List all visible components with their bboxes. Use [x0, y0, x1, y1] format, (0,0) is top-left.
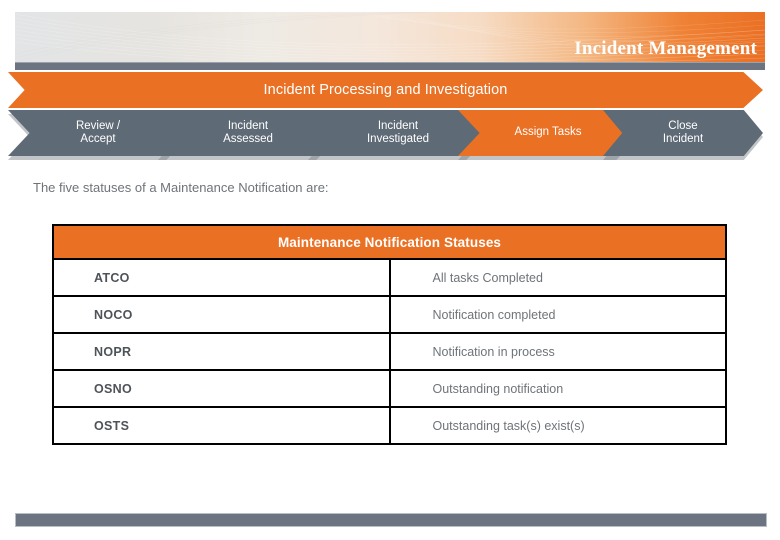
- table-row: OSNO Outstanding notification: [52, 369, 727, 408]
- process-step-close-incident[interactable]: Close Incident: [603, 110, 763, 156]
- table-row: NOCO Notification completed: [52, 295, 727, 334]
- page-title: Incident Management: [574, 38, 757, 59]
- status-description: All tasks Completed: [388, 258, 727, 297]
- banner-divider: [15, 62, 765, 70]
- header-banner: Incident Management: [15, 12, 765, 62]
- table-row: OSTS Outstanding task(s) exist(s): [52, 406, 727, 445]
- process-step-incident-investigated[interactable]: Incident Investigated: [308, 110, 488, 156]
- status-code: NOCO: [52, 295, 391, 334]
- intro-text: The five statuses of a Maintenance Notif…: [33, 180, 329, 195]
- table-row: NOPR Notification in process: [52, 332, 727, 371]
- process-step-label: Close Incident: [662, 119, 704, 146]
- process-step-incident-assessed[interactable]: Incident Assessed: [158, 110, 338, 156]
- process-band-label: Incident Processing and Investigation: [263, 82, 508, 98]
- process-step-label: Assign Tasks: [514, 126, 582, 139]
- table-row: ATCO All tasks Completed: [52, 258, 727, 297]
- table-title: Maintenance Notification Statuses: [52, 224, 727, 260]
- process-step-chevrons: Review / Accept Incident Assessed Incide…: [8, 110, 763, 160]
- maintenance-notification-statuses-table: Maintenance Notification Statuses ATCO A…: [52, 224, 727, 445]
- footer-bar: [15, 513, 767, 527]
- process-step-review-accept[interactable]: Review / Accept: [8, 110, 188, 156]
- process-step-label: Incident Assessed: [223, 119, 273, 146]
- status-code: NOPR: [52, 332, 391, 371]
- status-description: Outstanding notification: [388, 369, 727, 408]
- process-step-label: Review / Accept: [75, 119, 121, 146]
- status-code: OSTS: [52, 406, 391, 445]
- process-band: Incident Processing and Investigation: [8, 72, 763, 108]
- status-code: OSNO: [52, 369, 391, 408]
- status-description: Notification in process: [388, 332, 727, 371]
- status-description: Outstanding task(s) exist(s): [388, 406, 727, 445]
- status-code: ATCO: [52, 258, 391, 297]
- table-header-row: Maintenance Notification Statuses: [52, 224, 727, 260]
- status-description: Notification completed: [388, 295, 727, 334]
- process-step-label: Incident Investigated: [366, 119, 429, 146]
